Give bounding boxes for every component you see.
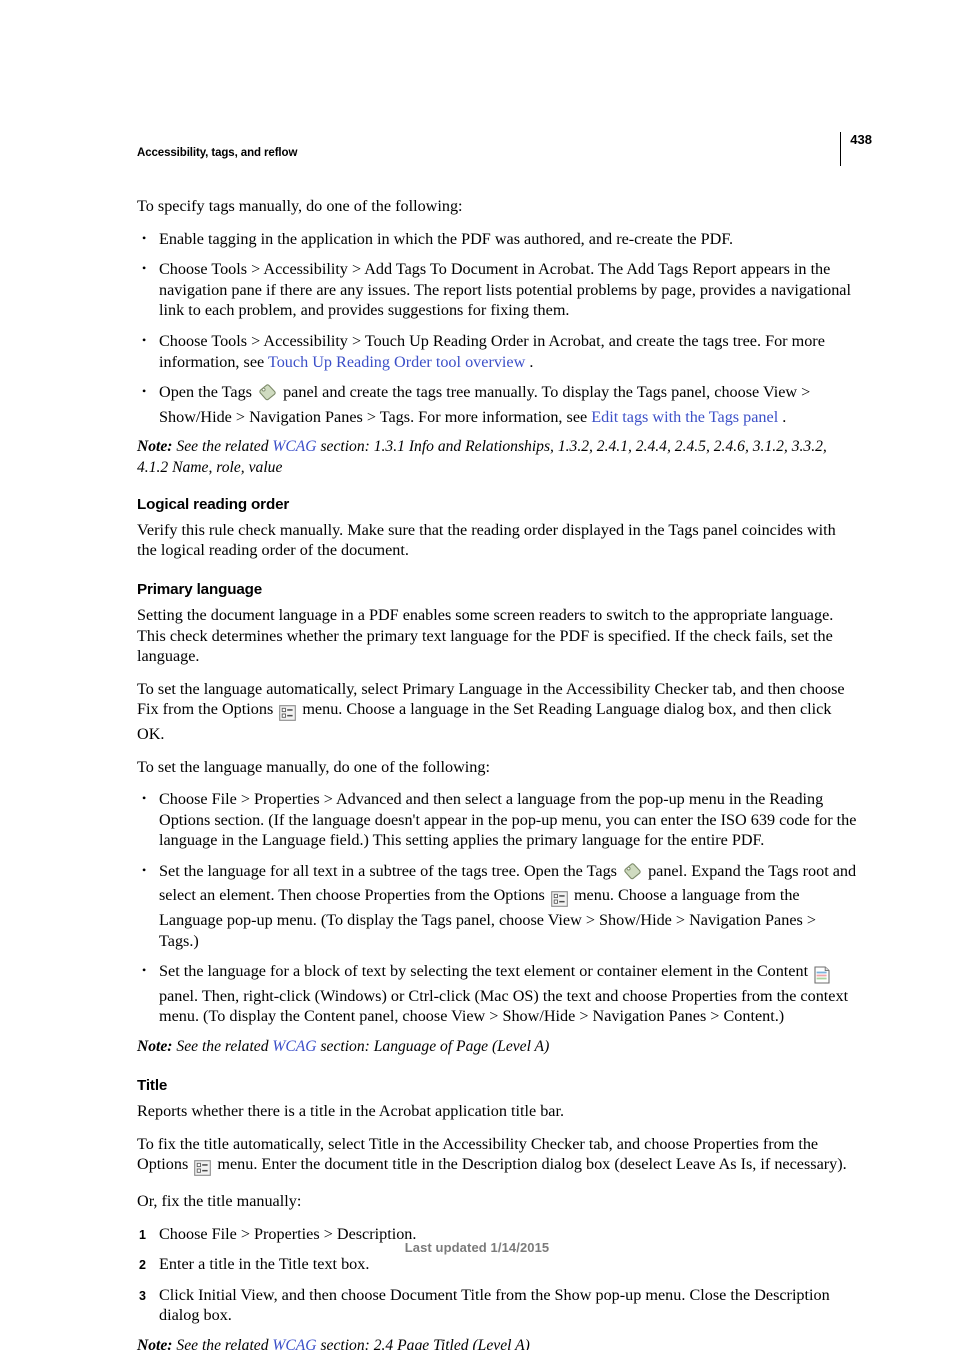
title-step-list: 1 Choose File > Properties > Description.…	[137, 1224, 859, 1326]
logical-reading-order-paragraph: Verify this rule check manually. Make su…	[137, 520, 836, 560]
note-pre: See the related	[172, 1336, 273, 1350]
step-number: 3	[139, 1288, 146, 1303]
link-wcag[interactable]: WCAG	[272, 1337, 316, 1350]
list-item: Enable tagging in the application in whi…	[137, 228, 859, 250]
note-pre: See the related	[172, 1038, 273, 1056]
bullet-text: Choose Tools > Accessibility > Add Tags …	[159, 260, 851, 320]
page-number-rule	[839, 132, 842, 166]
title-paragraph-2: To fix the title automatically, select T…	[137, 1134, 859, 1179]
list-item: Set the language for all text in a subtr…	[137, 860, 859, 951]
note-label: Note:	[137, 1038, 173, 1056]
page-number: 438	[850, 132, 872, 147]
link-touch-up-reading-order-overview[interactable]: Touch Up Reading Order tool overview	[268, 353, 525, 371]
bullet-text: Set the language for all text in a subtr…	[159, 861, 622, 880]
bullet-text-tail: .	[525, 352, 534, 371]
link-wcag[interactable]: WCAG	[272, 438, 316, 455]
intro-lead-paragraph: To specify tags manually, do one of the …	[137, 197, 463, 215]
list-item: Choose Tools > Accessibility > Add Tags …	[137, 258, 859, 321]
note-post: section: Language of Page (Level A)	[316, 1038, 550, 1056]
page-number-group: 438	[839, 132, 872, 166]
note-wcag-tags: Note: See the related WCAG section: 1.3.…	[137, 437, 859, 477]
primary-language-bullet-list: Choose File > Properties > Advanced and …	[137, 788, 859, 1027]
bullet-text-tail: panel. Then, right-click (Windows) or Ct…	[159, 986, 849, 1026]
options-icon	[551, 889, 568, 910]
step-text: Enter a title in the Title text box.	[159, 1255, 370, 1274]
note-post: section: 2.4 Page Titled (Level A)	[316, 1336, 530, 1350]
tag-icon	[258, 384, 277, 407]
heading-logical-reading-order: Logical reading order	[137, 495, 290, 513]
heading-primary-language: Primary language	[137, 580, 263, 598]
primary-language-paragraph-2: To set the language automatically, selec…	[137, 679, 859, 745]
document-page: Accessibility, tags, and reflow 438 To s…	[0, 0, 954, 1350]
paragraph-post: menu. Enter the document title in the De…	[213, 1155, 847, 1174]
note-pre: See the related	[172, 438, 273, 456]
content-panel-icon	[814, 965, 830, 986]
header-section-title: Accessibility, tags, and reflow	[137, 147, 298, 159]
list-item: 2 Enter a title in the Title text box.	[137, 1254, 859, 1275]
list-item: Set the language for a block of text by …	[137, 960, 859, 1027]
list-item: Choose Tools > Accessibility > Touch Up …	[137, 330, 859, 372]
note-label: Note:	[137, 438, 173, 456]
list-item: Choose File > Properties > Advanced and …	[137, 788, 859, 851]
list-item: 3 Click Initial View, and then choose Doc…	[137, 1285, 859, 1326]
page-footer: Last updated 1/14/2015	[404, 1240, 550, 1255]
options-icon	[194, 1158, 212, 1179]
title-manual-lead: Or, fix the title manually:	[137, 1192, 302, 1211]
page-content: To specify tags manually, do one of the …	[137, 196, 859, 1350]
heading-title: Title	[137, 1077, 168, 1095]
note-wcag-language: Note: See the related WCAG section: Lang…	[137, 1037, 859, 1057]
step-text: Click Initial View, and then choose Docu…	[159, 1285, 830, 1325]
intro-bullet-list: Enable tagging in the application in whi…	[137, 228, 859, 428]
bullet-text: Open the Tags	[159, 383, 257, 402]
bullet-text: Choose File > Properties > Advanced and …	[159, 790, 857, 850]
link-edit-tags-with-tags-panel[interactable]: Edit tags with the Tags panel	[591, 408, 778, 426]
options-icon	[279, 703, 297, 724]
primary-language-manual-lead: To set the language manually, do one of …	[137, 757, 490, 776]
list-item: Open the Tags panel and create the tags …	[137, 381, 859, 427]
bullet-text: Enable tagging in the application in whi…	[159, 229, 734, 248]
title-paragraph-1: Reports whether there is a title in the …	[137, 1102, 565, 1121]
primary-language-paragraph-1: Setting the document language in a PDF e…	[137, 605, 834, 666]
step-number: 2	[139, 1258, 146, 1273]
bullet-text: Set the language for a block of text by …	[159, 962, 813, 981]
link-wcag[interactable]: WCAG	[272, 1038, 316, 1055]
tag-icon	[623, 863, 642, 886]
note-wcag-title: Note: See the related WCAG section: 2.4 …	[137, 1336, 859, 1350]
note-label: Note:	[137, 1336, 173, 1350]
page-header: Accessibility, tags, and reflow 438	[137, 132, 884, 168]
bullet-text-tail: .	[778, 407, 787, 426]
